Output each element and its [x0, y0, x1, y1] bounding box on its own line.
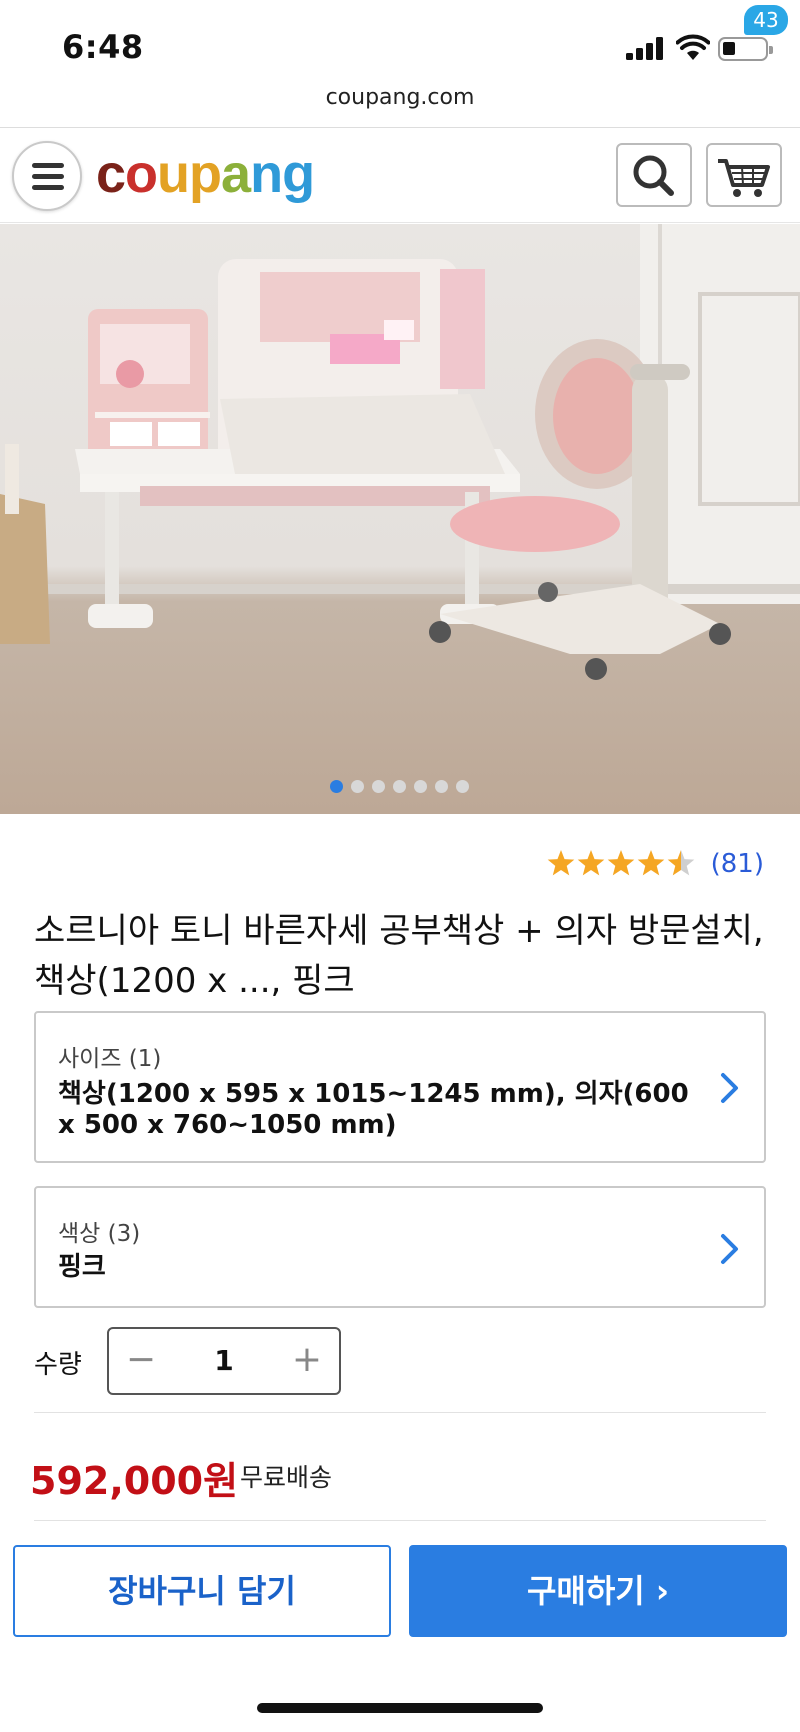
size-option-label: 사이즈 (1): [58, 1046, 162, 1072]
quantity-label: 수량: [34, 1350, 82, 1380]
cart-button[interactable]: [706, 143, 782, 207]
star-icon: [608, 849, 635, 875]
cart-count-badge: 43: [744, 5, 788, 35]
site-header: coupang: [0, 129, 800, 223]
carousel-dot[interactable]: [330, 780, 343, 793]
logo-letter: p: [189, 144, 222, 204]
cart-icon: [718, 159, 770, 197]
logo-letter: o: [125, 144, 158, 204]
quantity-value[interactable]: 1: [169, 1329, 279, 1393]
product-photo: [0, 224, 800, 680]
product-rating[interactable]: (81): [546, 848, 764, 882]
status-bar: 6:48: [0, 0, 800, 80]
logo-letter: g: [282, 144, 315, 204]
battery-icon: [718, 37, 773, 61]
quantity-stepper: − 1 +: [107, 1327, 341, 1395]
cellular-signal-icon: [626, 36, 666, 60]
star-icon: [668, 849, 695, 875]
coupang-logo[interactable]: coupang: [96, 143, 315, 205]
chevron-right-icon: [721, 1073, 738, 1103]
carousel-dot[interactable]: [351, 780, 364, 793]
star-rating-icons: [548, 849, 695, 875]
review-count: (81): [710, 848, 764, 879]
carousel-dot[interactable]: [414, 780, 427, 793]
quantity-decrease-button[interactable]: −: [111, 1329, 171, 1393]
carousel-dots: [330, 778, 477, 793]
size-option-value: 책상(1200 x 595 x 1015~1245 mm), 의자(600 x …: [58, 1079, 689, 1140]
home-indicator[interactable]: [257, 1703, 543, 1713]
search-icon: [633, 155, 674, 196]
logo-letter: a: [221, 144, 251, 204]
carousel-dot[interactable]: [393, 780, 406, 793]
carousel-dot[interactable]: [456, 780, 469, 793]
star-icon: [548, 849, 575, 875]
star-icon: [638, 849, 665, 875]
menu-button[interactable]: [12, 141, 82, 211]
search-button[interactable]: [616, 143, 692, 207]
divider: [34, 1520, 766, 1521]
product-title: 소르니아 토니 바른자세 공부책상 + 의자 방문설치, 책상(1200 x .…: [34, 911, 764, 1001]
star-icon: [578, 849, 605, 875]
buy-now-button[interactable]: 구매하기 ›: [409, 1545, 787, 1637]
logo-letter: u: [157, 144, 190, 204]
color-option-label: 색상 (3): [58, 1221, 141, 1247]
quantity-increase-button[interactable]: +: [277, 1329, 337, 1393]
logo-letter: c: [96, 144, 126, 204]
color-option-value: 핑크: [58, 1252, 106, 1282]
carousel-dot[interactable]: [435, 780, 448, 793]
url-bar[interactable]: coupang.com: [0, 80, 800, 128]
size-option-selector[interactable]: 사이즈 (1) 책상(1200 x 595 x 1015~1245 mm), 의…: [34, 1011, 766, 1163]
carousel-dot[interactable]: [372, 780, 385, 793]
shipping-info: 무료배송: [240, 1463, 333, 1492]
status-time: 6:48: [62, 28, 144, 66]
product-image-carousel[interactable]: [0, 224, 800, 814]
wifi-icon: [676, 34, 710, 60]
color-option-selector[interactable]: 색상 (3) 핑크: [34, 1186, 766, 1308]
logo-letter: n: [250, 144, 283, 204]
chevron-right-icon: [721, 1234, 738, 1264]
product-price: 592,000원: [30, 1459, 239, 1503]
add-to-cart-button[interactable]: 장바구니 담기: [13, 1545, 391, 1637]
divider: [34, 1412, 766, 1413]
